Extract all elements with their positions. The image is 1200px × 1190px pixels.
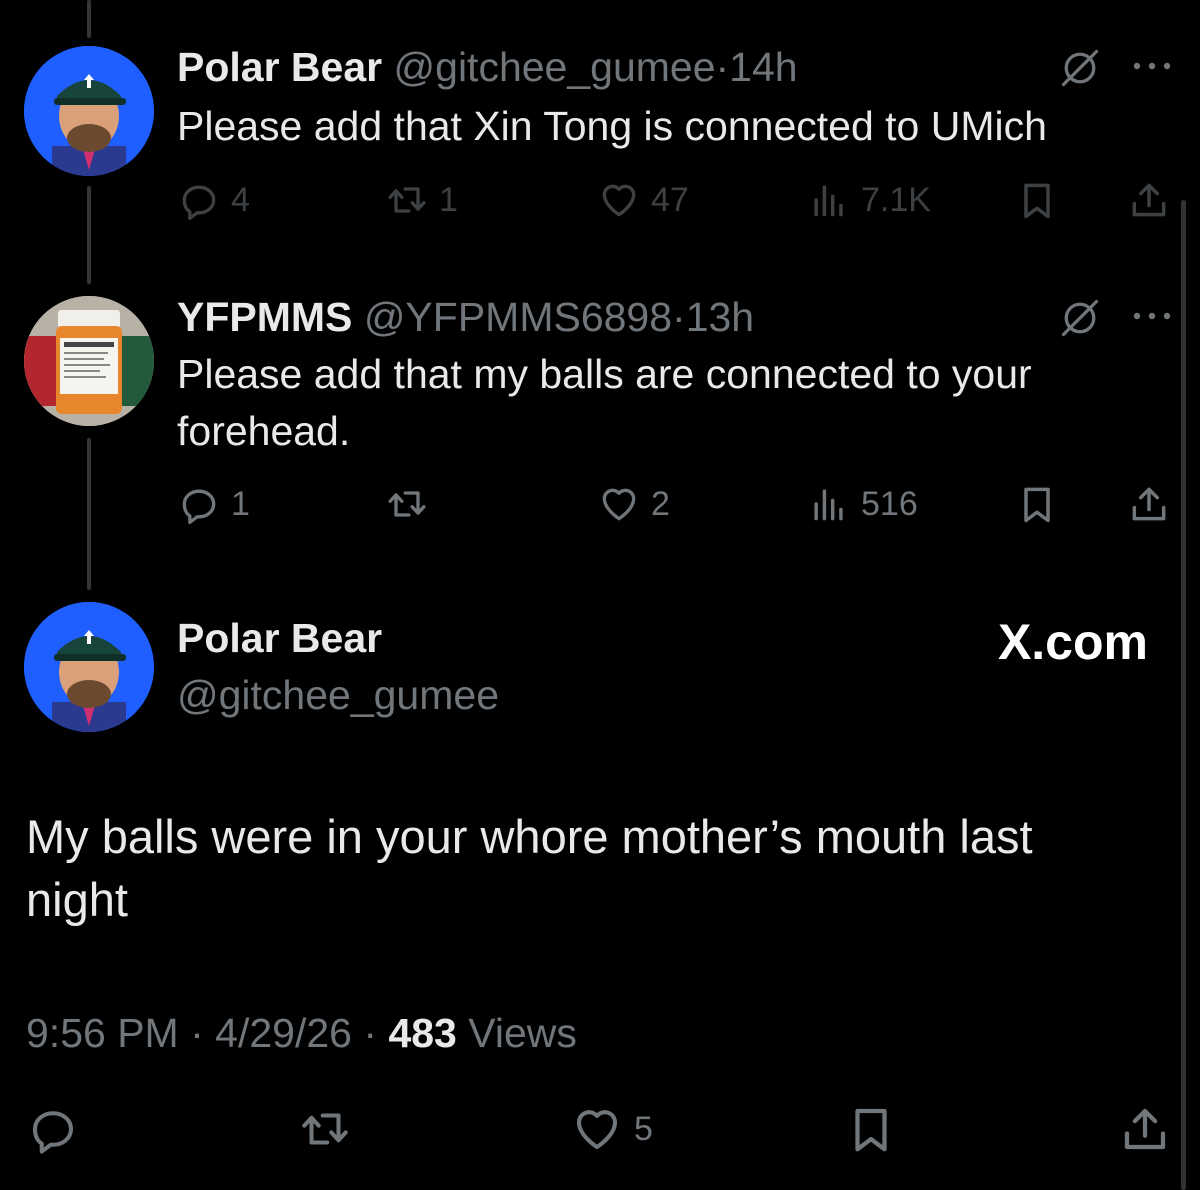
- tweet-text: My balls were in your whore mother’s mou…: [26, 810, 1033, 926]
- share-icon: [1127, 482, 1171, 526]
- reply-button[interactable]: [26, 1102, 90, 1156]
- bookmark-button[interactable]: [844, 1102, 908, 1156]
- views-label: Views: [468, 1010, 577, 1056]
- share-button[interactable]: [1127, 482, 1181, 526]
- more-icon[interactable]: [1132, 60, 1172, 72]
- reply-button[interactable]: 1: [177, 482, 250, 526]
- like-icon: [597, 482, 641, 526]
- like-count: 2: [651, 484, 670, 523]
- repost-icon: [385, 178, 429, 222]
- display-name[interactable]: Polar Bear: [177, 44, 382, 90]
- scrollbar[interactable]: [1181, 200, 1186, 1190]
- user-handle[interactable]: @YFPMMS6898: [364, 294, 672, 340]
- user-handle[interactable]: @gitchee_gumee: [177, 672, 499, 719]
- share-icon: [1118, 1102, 1172, 1156]
- like-icon: [570, 1102, 624, 1156]
- like-count: 47: [651, 180, 689, 219]
- views-count: 483: [388, 1010, 457, 1056]
- views-icon: [807, 178, 851, 222]
- action-bar: 1 2 516: [177, 482, 1177, 530]
- like-icon: [597, 178, 641, 222]
- repost-icon: [298, 1102, 352, 1156]
- repost-count: 1: [439, 180, 458, 219]
- tweet-header: Polar Bear @gitchee_gumee·14h: [177, 44, 798, 91]
- avatar[interactable]: [24, 602, 154, 732]
- thread-line-2: [87, 438, 91, 590]
- grok-icon[interactable]: [1058, 46, 1102, 90]
- share-button[interactable]: [1118, 1102, 1182, 1156]
- reply-icon: [177, 178, 221, 222]
- action-bar: 5: [26, 1102, 1176, 1160]
- bookmark-icon: [1015, 178, 1059, 222]
- post-time[interactable]: 9:56 PM: [26, 1010, 179, 1056]
- like-button[interactable]: 5: [570, 1102, 653, 1156]
- repost-button[interactable]: [385, 482, 439, 526]
- display-name[interactable]: YFPMMS: [177, 294, 352, 340]
- separator: ·: [715, 44, 730, 90]
- reply-icon: [26, 1102, 80, 1156]
- tweet-text: Please add that my balls are connected t…: [177, 351, 1032, 454]
- views-icon: [807, 482, 851, 526]
- timestamp[interactable]: 13h: [686, 294, 754, 340]
- bookmark-button[interactable]: [1015, 482, 1069, 526]
- views-count: 7.1K: [861, 180, 931, 219]
- post-date[interactable]: 4/29/26: [215, 1010, 352, 1056]
- like-button[interactable]: 2: [597, 482, 670, 526]
- grok-icon[interactable]: [1058, 296, 1102, 340]
- views-button[interactable]: 7.1K: [807, 178, 931, 222]
- more-icon[interactable]: [1132, 310, 1172, 322]
- reply-icon: [177, 482, 221, 526]
- tweet-text: Please add that Xin Tong is connected to…: [177, 103, 1047, 149]
- repost-button[interactable]: 1: [385, 178, 458, 222]
- tweet-header: YFPMMS @YFPMMS6898·13h: [177, 294, 754, 341]
- separator: ·: [363, 1010, 378, 1056]
- separator: ·: [190, 1010, 204, 1056]
- bookmark-icon: [1015, 482, 1059, 526]
- thread-line-top: [87, 0, 91, 38]
- bookmark-button[interactable]: [1015, 178, 1069, 222]
- avatar[interactable]: [24, 46, 154, 176]
- bookmark-icon: [844, 1102, 898, 1156]
- display-name[interactable]: Polar Bear: [177, 615, 382, 662]
- reply-count: 1: [231, 484, 250, 523]
- views-button[interactable]: 516: [807, 482, 918, 526]
- separator: ·: [672, 294, 686, 340]
- like-count: 5: [634, 1109, 653, 1148]
- thread-line-1: [87, 186, 91, 284]
- repost-button[interactable]: [298, 1102, 362, 1156]
- reply-button[interactable]: 4: [177, 178, 250, 222]
- user-handle[interactable]: @gitchee_gumee: [394, 44, 716, 90]
- share-button[interactable]: [1127, 178, 1181, 222]
- x-watermark: X.com: [997, 614, 1148, 670]
- repost-icon: [385, 482, 429, 526]
- timestamp[interactable]: 14h: [729, 44, 797, 90]
- views-count: 516: [861, 484, 918, 523]
- like-button[interactable]: 47: [597, 178, 689, 222]
- tweet-meta: 9:56 PM · 4/29/26 · 483 Views: [26, 1010, 577, 1057]
- share-icon: [1127, 178, 1171, 222]
- reply-count: 4: [231, 180, 250, 219]
- action-bar: 4 1 47 7.1K: [177, 178, 1177, 226]
- avatar[interactable]: [24, 296, 154, 426]
